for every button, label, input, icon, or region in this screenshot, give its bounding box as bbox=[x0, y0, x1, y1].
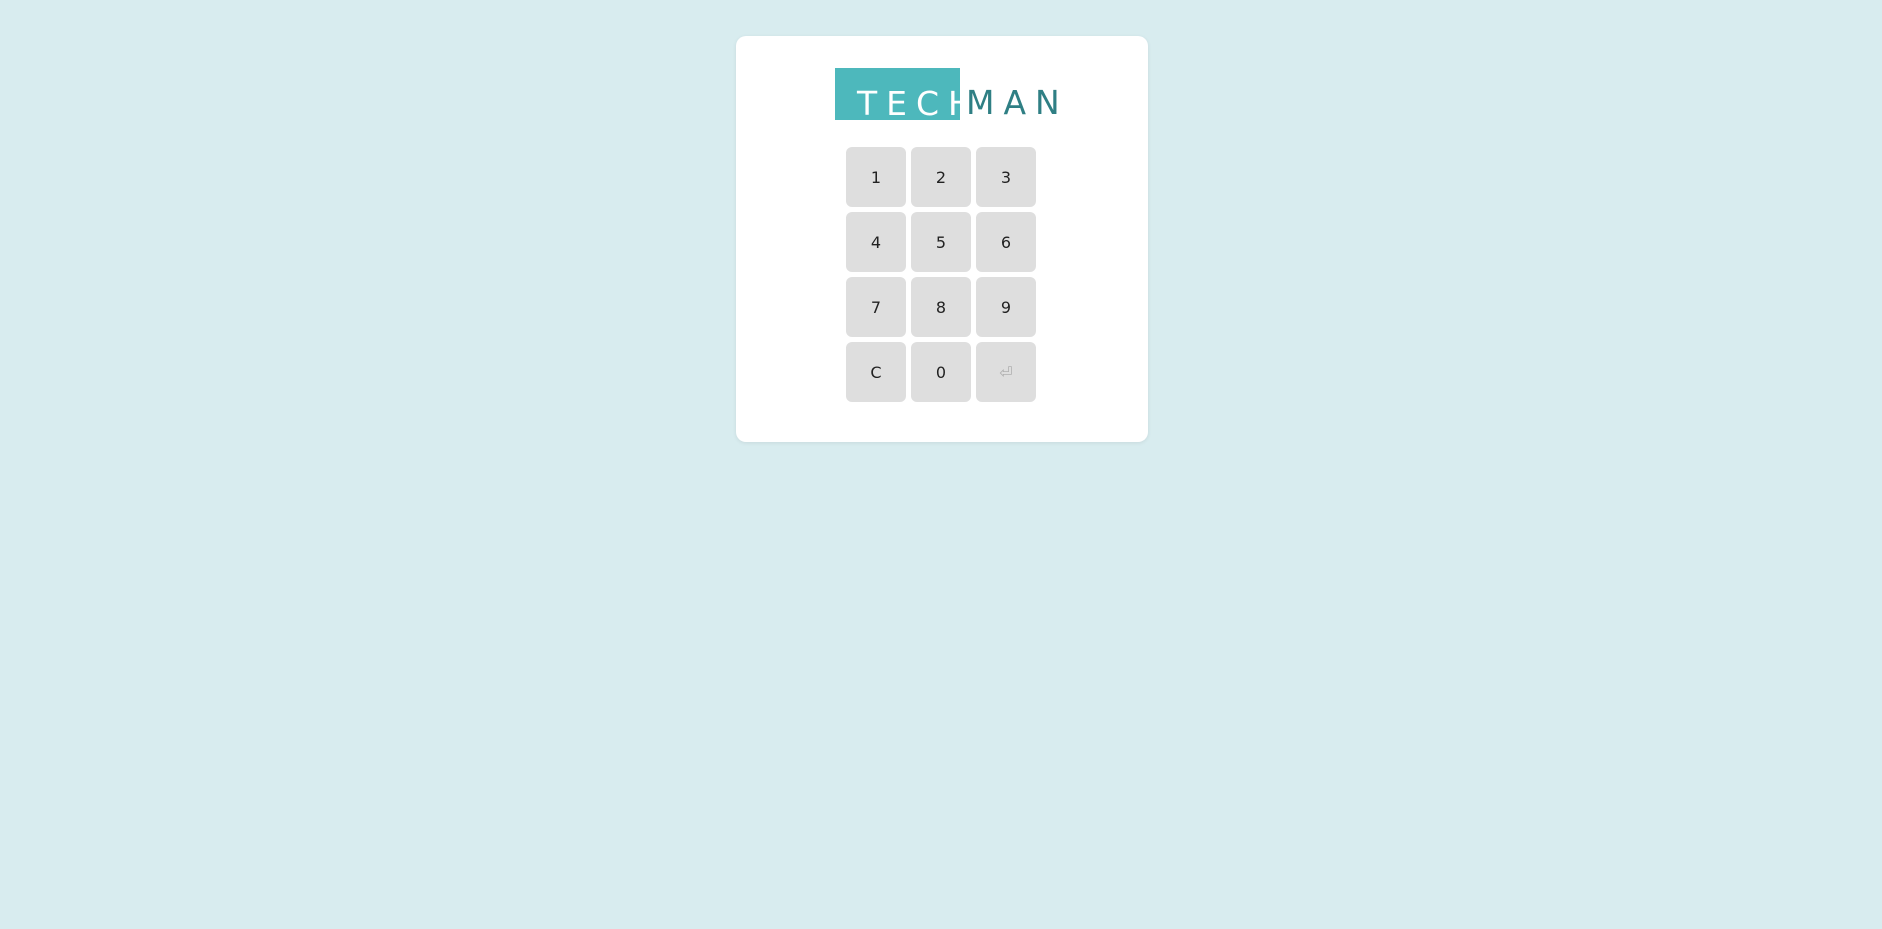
key-4[interactable]: 4 bbox=[846, 212, 906, 272]
logo-tech-text: TECH bbox=[835, 68, 973, 120]
clear-button[interactable]: C bbox=[846, 342, 906, 402]
key-9[interactable]: 9 bbox=[976, 277, 1036, 337]
key-1[interactable]: 1 bbox=[846, 147, 906, 207]
key-7[interactable]: 7 bbox=[846, 277, 906, 337]
key-3[interactable]: 3 bbox=[976, 147, 1036, 207]
key-6[interactable]: 6 bbox=[976, 212, 1036, 272]
key-0[interactable]: 0 bbox=[911, 342, 971, 402]
keypad-grid: 1 2 3 4 5 6 7 8 9 C 0 ⏎ bbox=[846, 147, 1036, 402]
logo-man-text: MAN bbox=[966, 83, 1069, 122]
key-5[interactable]: 5 bbox=[911, 212, 971, 272]
keypad-card: TECH MAN 1 2 3 4 5 6 7 8 9 C 0 ⏎ bbox=[736, 36, 1148, 442]
key-2[interactable]: 2 bbox=[911, 147, 971, 207]
techman-logo: TECH MAN bbox=[835, 68, 1069, 120]
enter-button[interactable]: ⏎ bbox=[976, 342, 1036, 402]
key-8[interactable]: 8 bbox=[911, 277, 971, 337]
